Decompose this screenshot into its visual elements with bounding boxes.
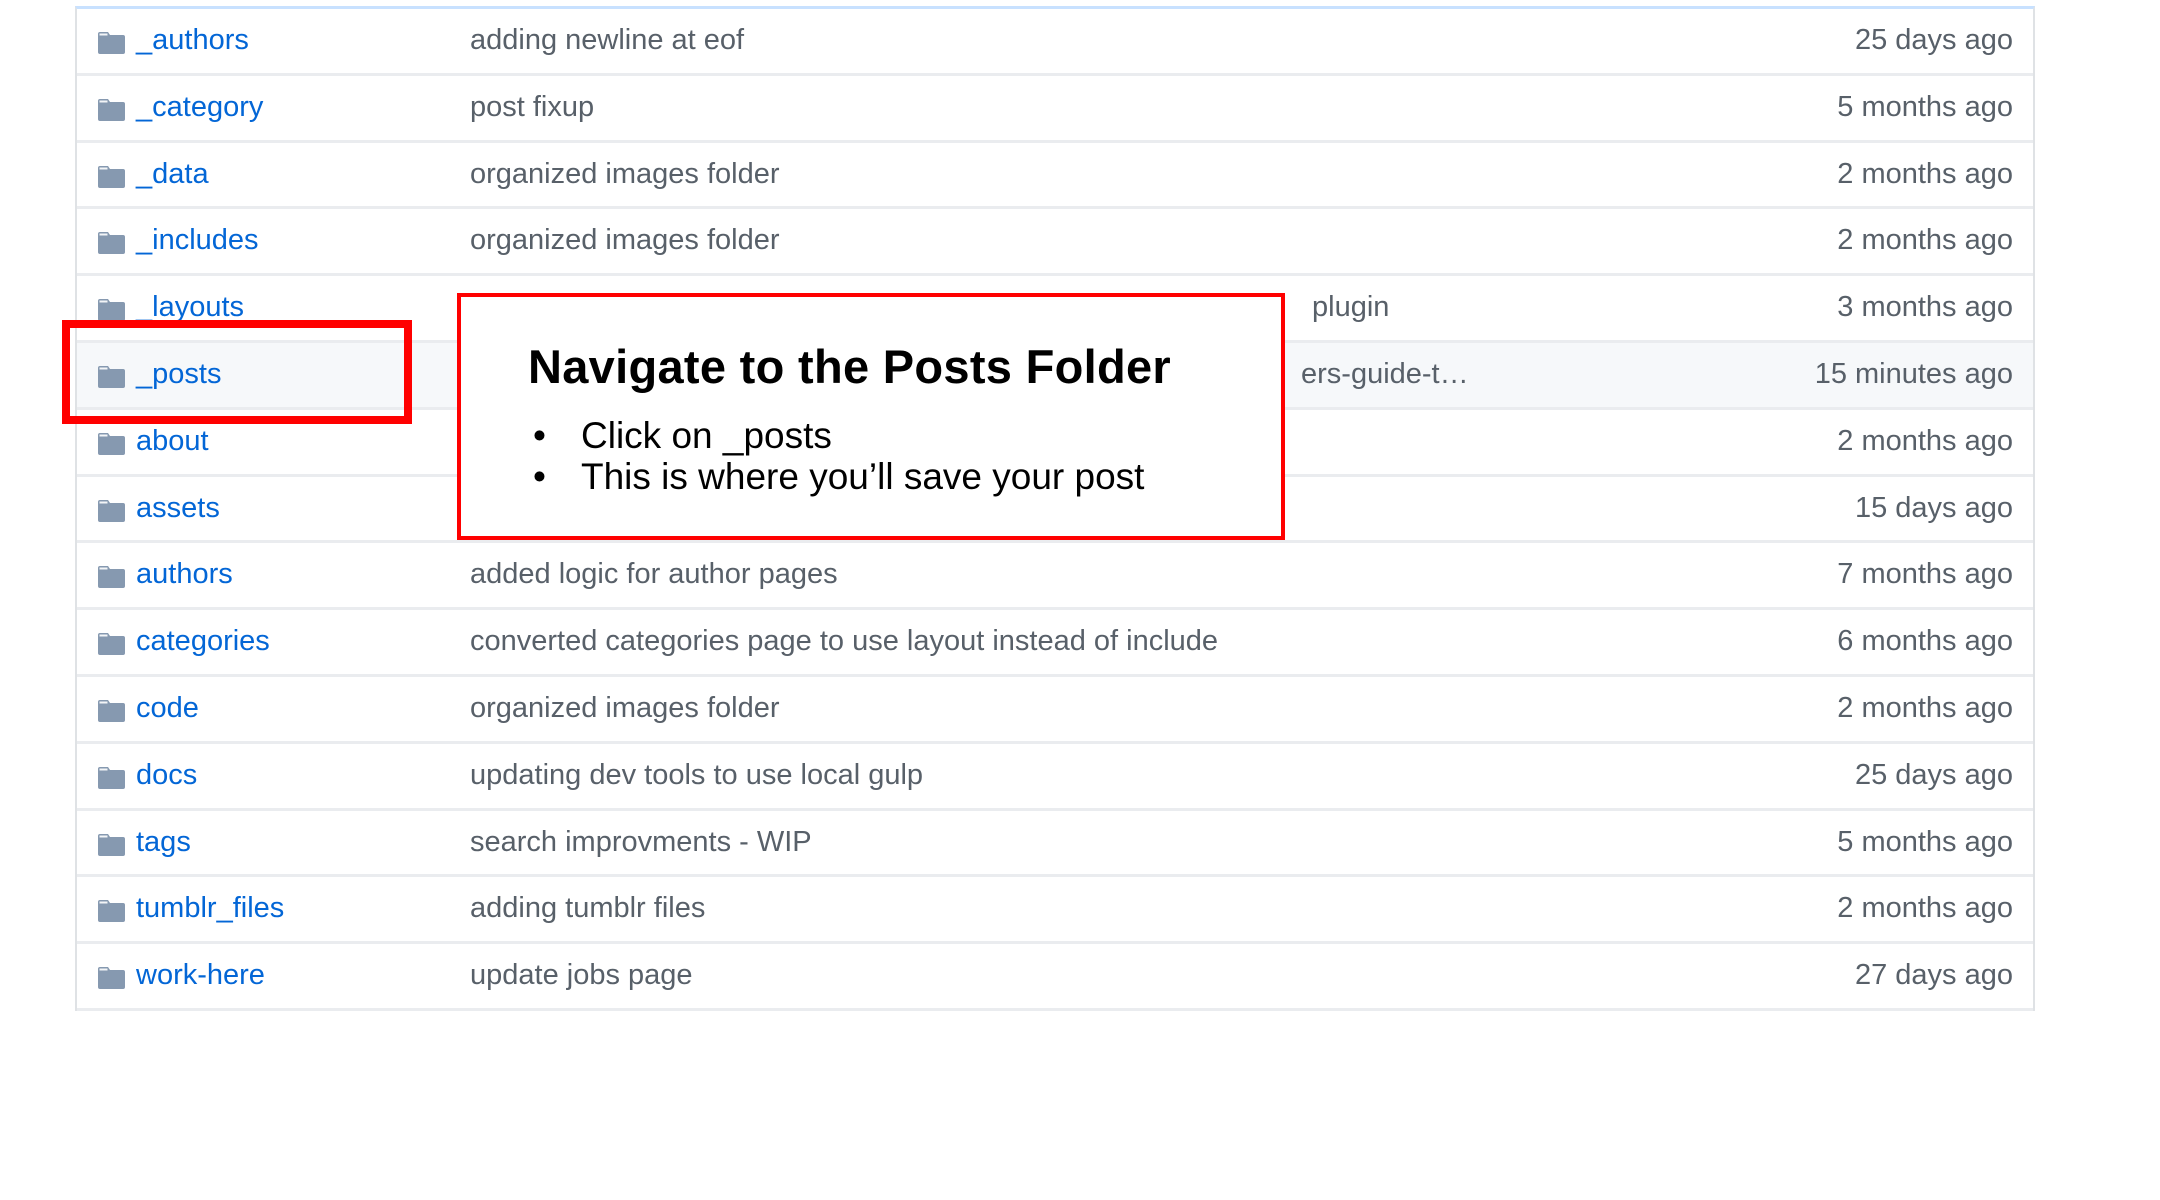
file-row[interactable]: _authors adding newline at eof 25 days a… bbox=[77, 9, 2033, 76]
commit-age: 25 days ago bbox=[1854, 758, 2013, 791]
folder-link[interactable]: authors bbox=[136, 543, 233, 605]
folder-link[interactable]: assets bbox=[136, 477, 220, 539]
commit-age: 7 months ago bbox=[1837, 558, 2013, 591]
commit-age: 2 months ago bbox=[1837, 224, 2013, 257]
commit-age: 5 months ago bbox=[1837, 825, 2013, 858]
folder-icon bbox=[98, 32, 125, 54]
commit-message[interactable]: converted categories page to use layout … bbox=[470, 610, 1218, 672]
commit-age: 6 months ago bbox=[1837, 625, 2013, 658]
commit-message[interactable]: search improvments - WIP bbox=[470, 811, 812, 873]
callout-bullet: • Click on _posts bbox=[533, 415, 1144, 456]
folder-link[interactable]: tumblr_files bbox=[136, 877, 284, 939]
commit-age: 15 minutes ago bbox=[1814, 357, 2013, 390]
commit-message[interactable]: ers-guide-t… bbox=[1301, 343, 1469, 405]
folder-icon bbox=[98, 766, 125, 789]
folder-link[interactable]: _authors bbox=[136, 9, 249, 71]
file-row[interactable]: _data organized images folder 2 months a… bbox=[77, 142, 2033, 210]
instruction-callout: Navigate to the Posts Folder • Click on _… bbox=[457, 293, 1285, 540]
bullet-icon: • bbox=[533, 456, 546, 497]
folder-icon bbox=[98, 633, 125, 656]
file-row[interactable]: work-here update jobs page 27 days ago bbox=[77, 944, 2033, 1011]
folder-icon bbox=[98, 699, 125, 722]
folder-icon bbox=[98, 232, 125, 255]
folder-icon bbox=[98, 165, 125, 188]
posts-highlight-annotation bbox=[62, 320, 412, 424]
commit-age: 3 months ago bbox=[1837, 291, 2013, 324]
folder-icon bbox=[98, 833, 125, 856]
callout-bullet-text: This is where you’ll save your post bbox=[581, 456, 1145, 497]
commit-message[interactable]: organized images folder bbox=[470, 143, 780, 205]
folder-link[interactable]: docs bbox=[136, 744, 197, 806]
commit-message[interactable]: organized images folder bbox=[470, 677, 780, 739]
folder-icon bbox=[98, 432, 125, 455]
folder-link[interactable]: code bbox=[136, 677, 199, 739]
folder-icon bbox=[98, 299, 125, 322]
commit-age: 5 months ago bbox=[1837, 90, 2013, 123]
folder-link[interactable]: tags bbox=[136, 811, 191, 873]
file-row[interactable]: docs updating dev tools to use local gul… bbox=[77, 743, 2033, 811]
folder-link[interactable]: _includes bbox=[136, 209, 259, 271]
callout-title: Navigate to the Posts Folder bbox=[528, 340, 1172, 393]
commit-age: 25 days ago bbox=[1854, 24, 2013, 56]
commit-message[interactable]: updating dev tools to use local gulp bbox=[470, 744, 923, 806]
folder-icon bbox=[98, 967, 125, 990]
callout-bullet: • This is where you’ll save your post bbox=[533, 456, 1144, 497]
commit-message[interactable]: update jobs page bbox=[470, 944, 693, 1006]
bullet-icon: • bbox=[533, 415, 546, 456]
callout-bullet-list: • Click on _posts • This is where you’ll s… bbox=[533, 415, 1144, 497]
folder-link[interactable]: categories bbox=[136, 610, 270, 672]
commit-age: 2 months ago bbox=[1837, 892, 2013, 925]
folder-icon bbox=[98, 566, 125, 589]
folder-link[interactable]: _category bbox=[136, 76, 263, 138]
callout-bullet-text: Click on _posts bbox=[581, 415, 832, 456]
folder-icon bbox=[98, 499, 125, 522]
commit-message[interactable]: organized images folder bbox=[470, 209, 780, 271]
folder-icon bbox=[98, 900, 125, 923]
commit-age: 2 months ago bbox=[1837, 691, 2013, 724]
folder-link[interactable]: work-here bbox=[136, 944, 265, 1006]
file-row[interactable]: categories converted categories page to … bbox=[77, 610, 2033, 677]
commit-message[interactable]: adding tumblr files bbox=[470, 877, 705, 939]
commit-age: 2 months ago bbox=[1837, 157, 2013, 190]
commit-message[interactable]: plugin bbox=[1312, 276, 1389, 338]
file-row[interactable]: tumblr_files adding tumblr files 2 month… bbox=[77, 877, 2033, 945]
file-row[interactable]: tags search improvments - WIP 5 months a… bbox=[77, 810, 2033, 878]
commit-age: 27 days ago bbox=[1854, 959, 2013, 992]
commit-message[interactable]: adding newline at eof bbox=[470, 9, 744, 71]
file-row[interactable]: _includes organized images folder 2 mont… bbox=[77, 209, 2033, 277]
file-row[interactable]: authors added logic for author pages 7 m… bbox=[77, 543, 2033, 611]
folder-icon bbox=[98, 98, 125, 121]
file-row[interactable]: _category post fixup 5 months ago bbox=[77, 75, 2033, 143]
commit-message[interactable]: added logic for author pages bbox=[470, 543, 838, 605]
file-row[interactable]: code organized images folder 2 months ag… bbox=[77, 676, 2033, 744]
commit-message[interactable]: post fixup bbox=[470, 76, 594, 138]
folder-link[interactable]: _data bbox=[136, 143, 209, 205]
commit-age: 2 months ago bbox=[1837, 424, 2013, 457]
commit-age: 15 days ago bbox=[1854, 491, 2013, 524]
